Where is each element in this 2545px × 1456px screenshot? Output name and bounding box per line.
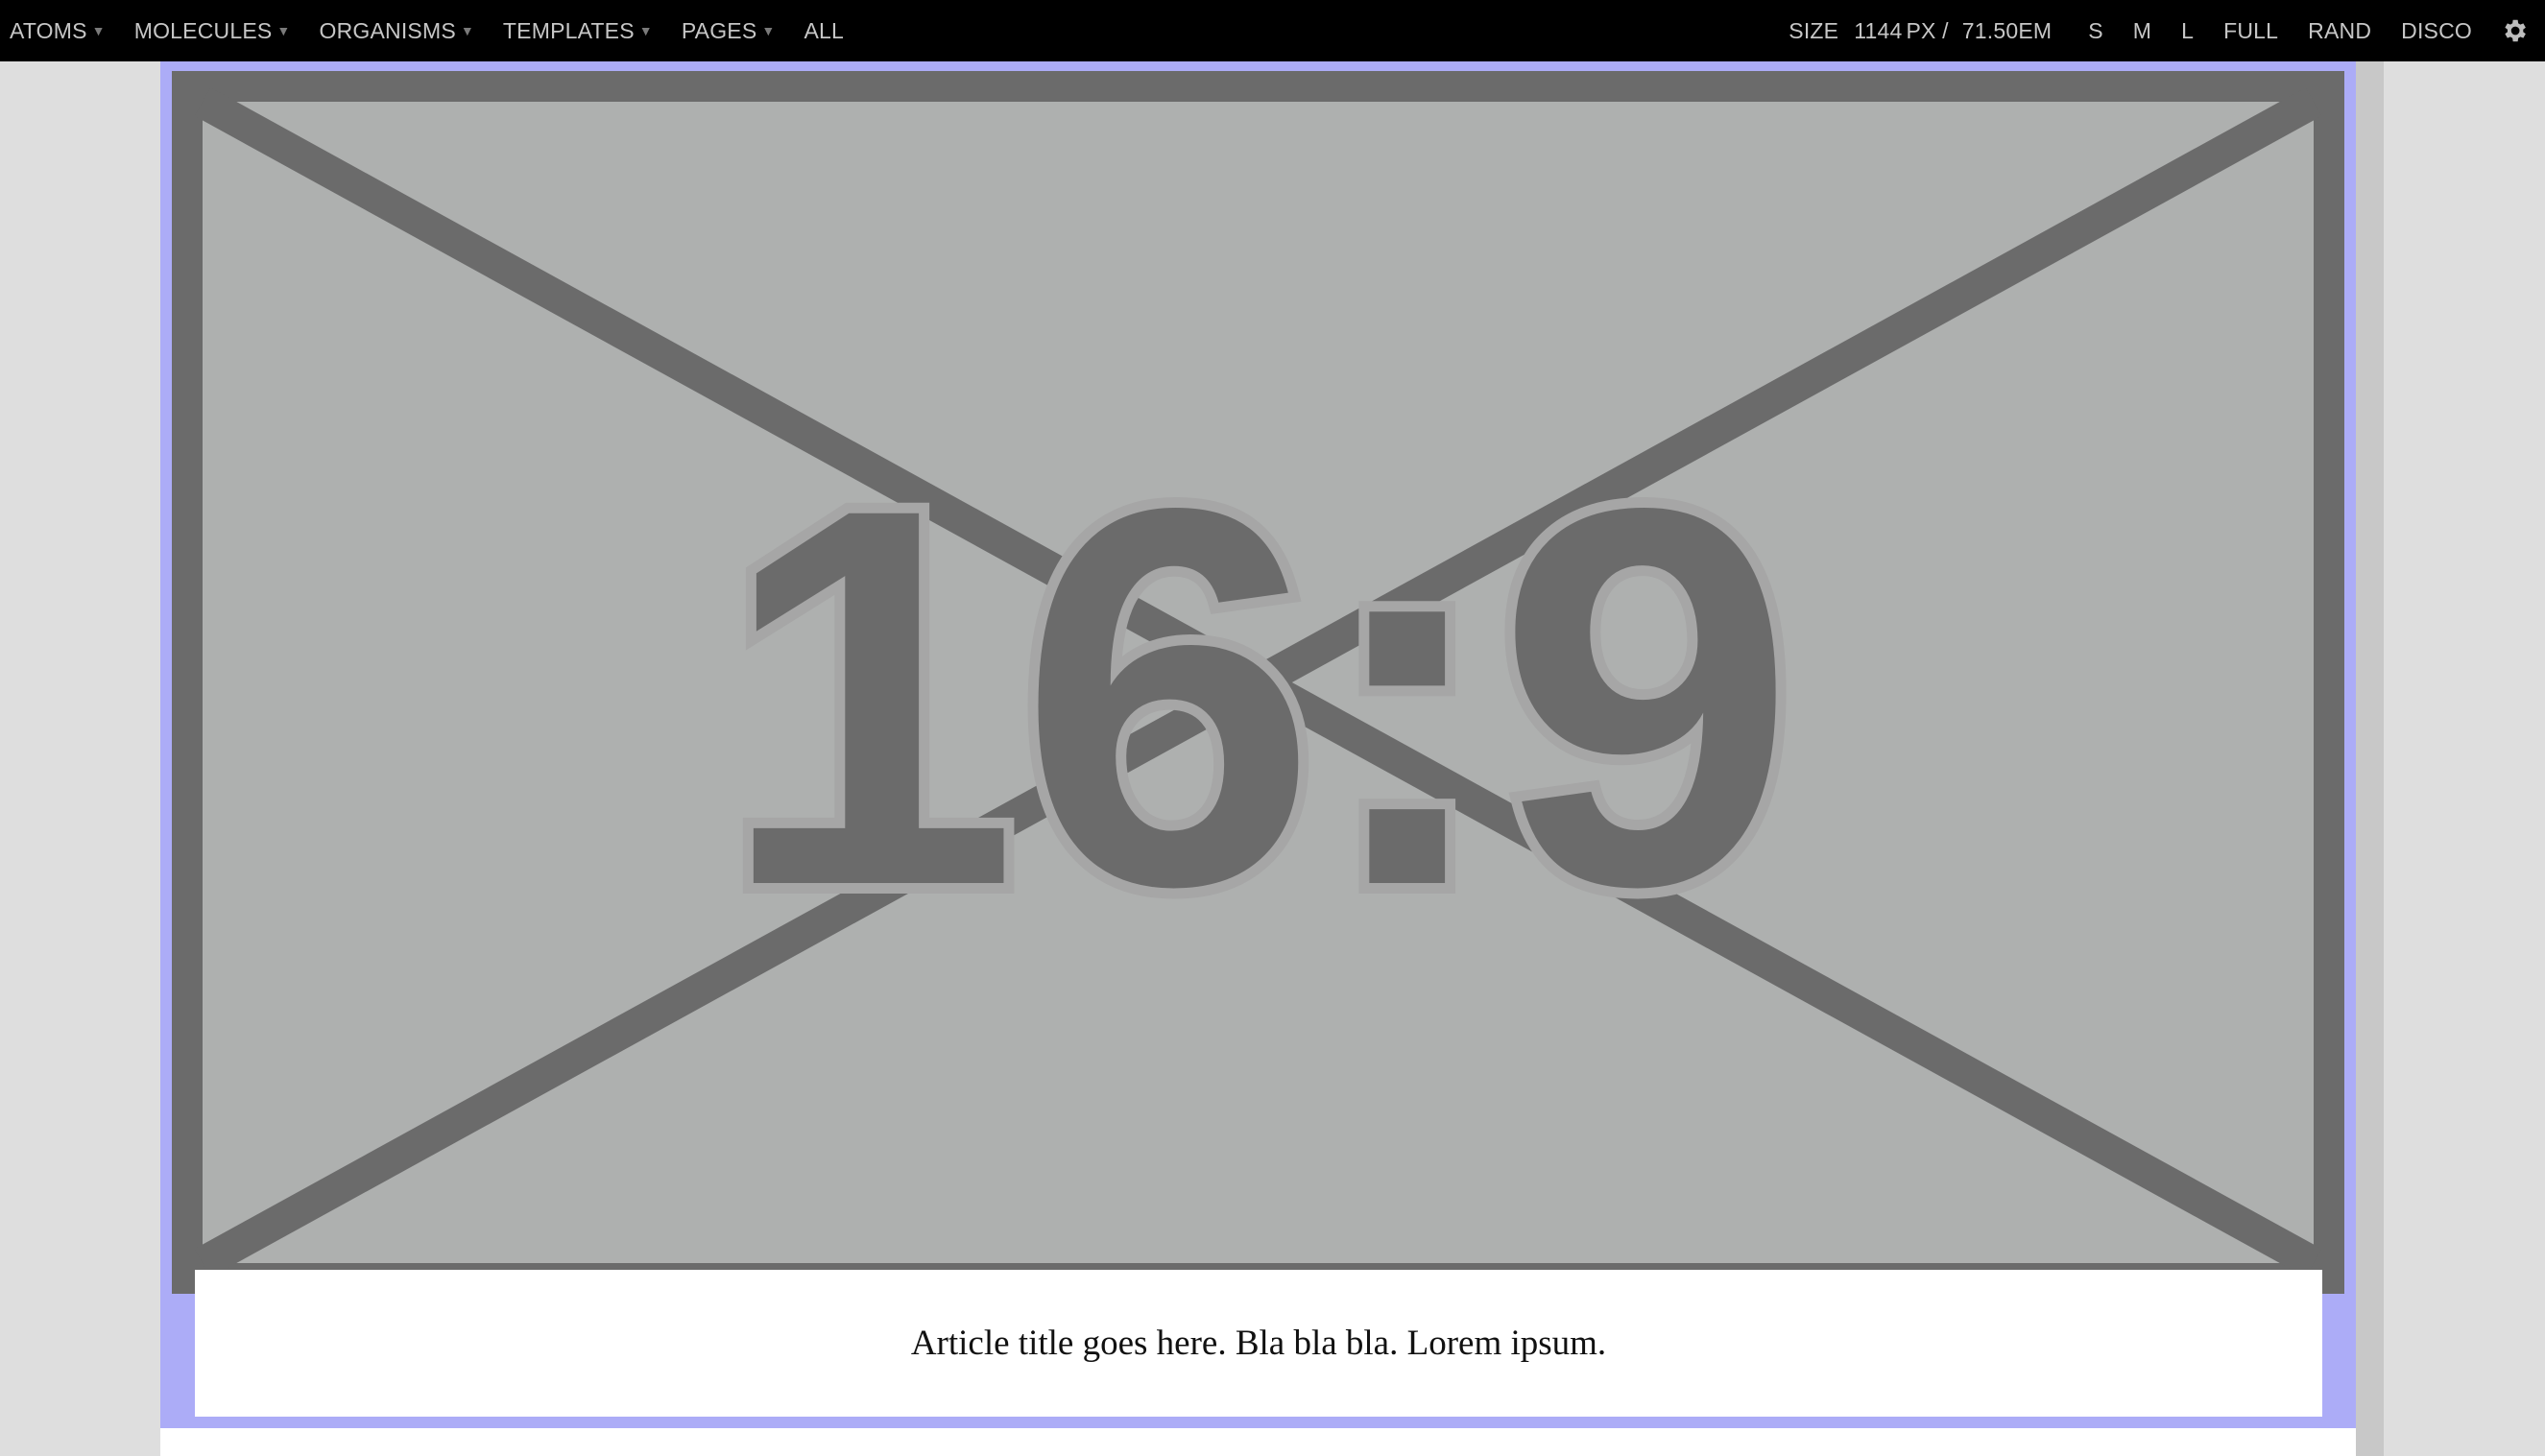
- placeholder-image: 16:9: [172, 71, 2344, 1294]
- nav-molecules[interactable]: MOLECULES ▼: [134, 18, 291, 44]
- article-caption: Article title goes here. Bla bla bla. Lo…: [195, 1270, 2322, 1417]
- viewport-controls: SIZE 1144 PX / 71.50EM S M L FULL RAND D…: [1789, 0, 2545, 61]
- nav-all[interactable]: ALL: [804, 18, 844, 44]
- nav-organisms-label: ORGANISMS: [319, 17, 456, 43]
- nav-templates-label: TEMPLATES: [502, 17, 635, 43]
- size-medium-button[interactable]: M: [2133, 18, 2151, 44]
- size-full-button[interactable]: FULL: [2223, 18, 2278, 44]
- caret-down-icon: ▼: [91, 23, 106, 38]
- nav-organisms[interactable]: ORGANISMS ▼: [319, 18, 473, 44]
- nav-all-label: ALL: [804, 17, 844, 43]
- caret-down-icon: ▼: [638, 23, 653, 38]
- article-title: Article title goes here. Bla bla bla. Lo…: [910, 1324, 1607, 1363]
- caret-down-icon: ▼: [276, 23, 291, 38]
- size-em-value[interactable]: 71.50: [1962, 18, 2019, 43]
- pattern-lab-toolbar: ATOMS ▼ MOLECULES ▼ ORGANISMS ▼ TEMPLATE…: [0, 0, 2545, 61]
- placeholder-ratio-label: 16:9: [720, 396, 1796, 997]
- viewport-resize-handle[interactable]: [2356, 61, 2384, 1456]
- size-random-button[interactable]: RAND: [2308, 18, 2371, 44]
- placeholder-16-9-graphic: 16:9: [172, 71, 2344, 1294]
- gear-icon[interactable]: [2484, 0, 2545, 61]
- nav-molecules-label: MOLECULES: [133, 17, 273, 43]
- nav-pages-label: PAGES: [681, 17, 757, 43]
- pattern-nav: ATOMS ▼ MOLECULES ▼ ORGANISMS ▼ TEMPLATE…: [10, 0, 873, 61]
- size-px-unit: PX /: [1906, 17, 1949, 43]
- size-em-group: 71.50EM: [1962, 18, 2052, 44]
- caret-down-icon: ▼: [460, 23, 474, 38]
- nav-pages[interactable]: PAGES ▼: [682, 18, 776, 44]
- size-small-button[interactable]: S: [2088, 18, 2103, 44]
- size-label: SIZE: [1789, 17, 1839, 43]
- caret-down-icon: ▼: [761, 23, 776, 38]
- nav-atoms[interactable]: ATOMS ▼: [10, 18, 106, 44]
- nav-atoms-label: ATOMS: [10, 17, 87, 43]
- size-disco-button[interactable]: DISCO: [2401, 18, 2472, 44]
- size-em-unit: EM: [2018, 17, 2053, 43]
- nav-templates[interactable]: TEMPLATES ▼: [503, 18, 653, 44]
- size-px-value[interactable]: 1144: [1854, 18, 1902, 44]
- size-large-button[interactable]: L: [2181, 18, 2194, 44]
